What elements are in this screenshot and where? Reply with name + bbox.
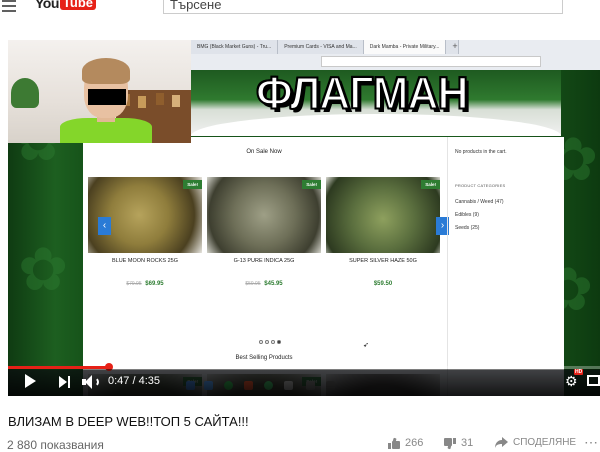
sale-price: $69.95	[145, 281, 164, 287]
more-options-icon[interactable]: ⋯	[584, 435, 598, 449]
overlay-title: ФЛАГМАН	[255, 68, 470, 121]
sale-badge: Sale!	[302, 180, 321, 189]
menu-icon[interactable]	[2, 0, 16, 12]
youtube-header: You Tube BG	[0, 0, 600, 16]
youtube-logo[interactable]: You Tube BG	[35, 0, 106, 11]
sale-price: $59.50	[373, 281, 393, 287]
share-icon	[495, 437, 508, 448]
sale-price: $45.95	[264, 281, 283, 287]
sale-badge: Sale!	[421, 180, 440, 189]
new-tab-icon: +	[446, 40, 460, 54]
shop-page: On Sale Now Sale! Sale! Sale! ‹ › BLUE M…	[83, 137, 564, 396]
on-sale-heading: On Sale Now	[246, 149, 282, 155]
category-link[interactable]: Cannabis / Weed (47)	[455, 199, 504, 205]
cart-status: No products in the cart.	[455, 149, 507, 155]
shop-main: On Sale Now Sale! Sale! Sale! ‹ › BLUE M…	[83, 137, 449, 396]
carousel-dot[interactable]	[271, 340, 275, 344]
fullscreen-icon[interactable]	[587, 375, 600, 386]
carousel-dots	[259, 340, 281, 344]
product-price: $59.95 $45.95	[207, 281, 321, 287]
inner-tab: BMG (Black Market Guns) - Tru...	[191, 40, 279, 54]
old-price: $79.95	[126, 281, 142, 287]
mouse-cursor-icon: ➶	[363, 342, 369, 349]
product-card[interactable]: Sale!	[88, 177, 202, 253]
category-link[interactable]: Seeds (25)	[455, 225, 479, 231]
dislike-count: 31	[461, 437, 474, 449]
next-icon[interactable]	[59, 376, 71, 388]
webcam-overlay	[8, 40, 191, 143]
best-selling-heading: Best Selling Products	[235, 355, 293, 361]
hd-badge: HD	[574, 369, 584, 375]
share-button[interactable]: СПОДЕЛЯНЕ	[495, 437, 576, 448]
product-info: G-13 PURE INDICA 25G $59.95 $45.95	[207, 258, 321, 287]
dislike-button[interactable]: 31	[444, 437, 473, 449]
player-controls: 0:47 / 4:35 ⚙ HD	[8, 369, 600, 396]
product-card[interactable]: Sale!	[326, 177, 440, 253]
video-title: ВЛИЗАМ В DEEP WEB!!ТОП 5 САЙТА!!!	[8, 414, 249, 429]
thumbs-up-icon	[388, 437, 400, 449]
settings-gear-icon[interactable]: ⚙	[565, 374, 579, 388]
product-price: $59.50	[326, 281, 440, 287]
play-icon[interactable]	[25, 374, 36, 388]
censor-bar	[88, 89, 126, 105]
share-label: СПОДЕЛЯНЕ	[513, 437, 577, 448]
inner-tab: Dark Mamba - Private Military...	[363, 40, 447, 54]
logo-tube-text: Tube	[59, 0, 96, 10]
like-button[interactable]: 266	[388, 437, 423, 449]
shop-divider	[447, 137, 448, 396]
product-card[interactable]: Sale!	[207, 177, 321, 253]
sale-badge: Sale!	[183, 180, 202, 189]
plant	[11, 78, 39, 108]
leaf-decoration: ✿	[18, 236, 69, 303]
product-name[interactable]: G-13 PURE INDICA 25G	[207, 258, 321, 264]
like-count: 266	[405, 437, 424, 449]
categories-heading: PRODUCT CATEGORIES	[455, 183, 506, 188]
product-price: $79.95 $69.95	[88, 281, 202, 287]
shop-sidebar: No products in the cart. PRODUCT CATEGOR…	[455, 137, 560, 396]
product-info: BLUE MOON ROCKS 25G $79.95 $69.95	[88, 258, 202, 287]
inner-tab-strip: BMG (Black Market Guns) - Tru... Premium…	[191, 40, 460, 54]
logo-region-text: BG	[97, 0, 106, 2]
person-hair	[82, 58, 130, 84]
product-info-row: BLUE MOON ROCKS 25G $79.95 $69.95 G-13 P…	[88, 258, 440, 287]
category-link[interactable]: Edibles (9)	[455, 212, 479, 218]
carousel-dot[interactable]	[277, 340, 281, 344]
video-frame: ✿ ✿ ✿ ✿ BMG (Black Market Guns) - Tru...…	[8, 40, 600, 396]
time-display: 0:47 / 4:35	[108, 375, 160, 387]
logo-you-text: You	[35, 0, 59, 11]
video-player[interactable]: ✿ ✿ ✿ ✿ BMG (Black Market Guns) - Tru...…	[8, 40, 600, 396]
volume-icon[interactable]	[82, 374, 100, 390]
product-name[interactable]: BLUE MOON ROCKS 25G	[88, 258, 202, 264]
inner-url-bar	[321, 56, 541, 67]
inner-tab: Premium Cards - VISA and Ma...	[278, 40, 364, 54]
product-row: Sale! Sale! Sale!	[88, 177, 440, 257]
product-info: SUPER SILVER HAZE 50G $59.50	[326, 258, 440, 287]
carousel-dot[interactable]	[259, 340, 263, 344]
inner-browser-chrome: BMG (Black Market Guns) - Tru... Premium…	[191, 40, 600, 70]
search-box[interactable]	[163, 0, 563, 14]
search-input[interactable]	[164, 0, 562, 13]
product-name[interactable]: SUPER SILVER HAZE 50G	[326, 258, 440, 264]
old-price: $59.95	[245, 281, 261, 287]
thumbs-down-icon	[444, 437, 456, 449]
carousel-prev-icon[interactable]: ‹	[98, 217, 111, 235]
carousel-dot[interactable]	[265, 340, 269, 344]
